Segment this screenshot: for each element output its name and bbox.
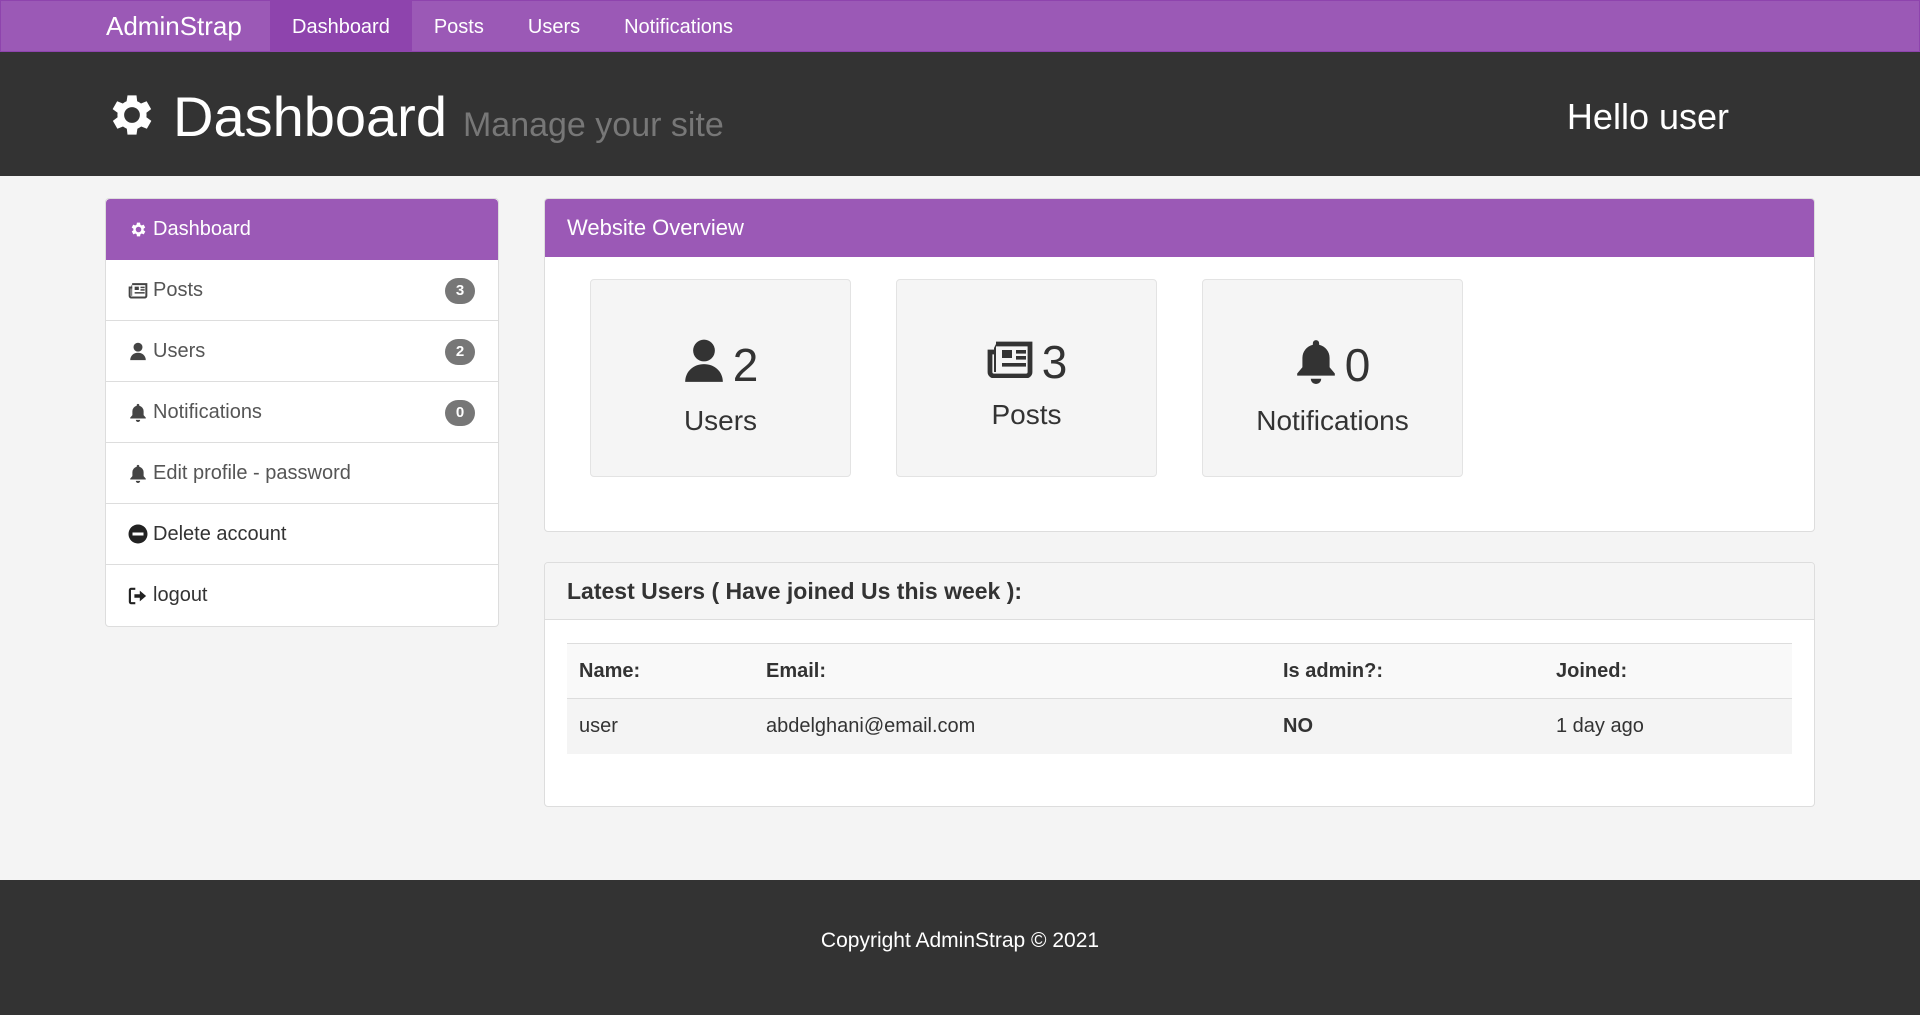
sidebar-item-label: Edit profile - password (153, 461, 351, 484)
sidebar-item-delete-account[interactable]: Delete account (106, 504, 498, 565)
top-navbar: AdminStrap Dashboard Posts Users Notific… (0, 0, 1920, 52)
newspaper-icon (128, 280, 148, 300)
newspaper-icon (986, 338, 1042, 385)
nav-item-dashboard[interactable]: Dashboard (270, 1, 412, 51)
notifications-stat-label: Notifications (1256, 405, 1409, 436)
users-stat-card: 2 Users (590, 279, 851, 477)
nav-item-posts[interactable]: Posts (412, 1, 506, 51)
minus-circle-icon (128, 524, 148, 544)
sidebar: Dashboard Posts 3 Users 2 Notifications … (105, 198, 499, 627)
latest-users-table: Name: Email: Is admin?: Joined: user abd… (567, 643, 1792, 754)
sidebar-item-label: Users (153, 339, 206, 362)
page-header: Dashboard Manage your site Hello user (0, 52, 1920, 176)
column-header-email: Email: (754, 643, 1271, 699)
user-email-cell: abdelghani@email.com (754, 698, 1271, 754)
main-nav: Dashboard Posts Users Notifications (270, 1, 755, 51)
bell-icon (128, 402, 148, 422)
notifications-stat-card: 0 Notifications (1202, 279, 1463, 477)
column-header-name: Name: (567, 643, 754, 699)
user-icon (128, 341, 148, 361)
sidebar-item-posts[interactable]: Posts 3 (106, 260, 498, 321)
nav-item-users[interactable]: Users (506, 1, 602, 51)
website-overview-panel: Website Overview 2 Users 3 Posts 0 Notif… (544, 198, 1815, 532)
sidebar-item-users[interactable]: Users 2 (106, 321, 498, 382)
users-count-badge: 2 (445, 339, 475, 365)
panel-title: Latest Users ( Have joined Us this week … (545, 563, 1814, 620)
sidebar-item-label: Posts (153, 278, 204, 301)
user-icon (683, 338, 733, 391)
sidebar-item-edit-profile[interactable]: Edit profile - password (106, 443, 498, 504)
notifications-count-badge: 0 (445, 400, 475, 426)
user-greeting: Hello user (1566, 96, 1729, 137)
copyright-text: Copyright AdminStrap © 2021 (820, 929, 1100, 952)
latest-users-panel: Latest Users ( Have joined Us this week … (544, 562, 1815, 807)
table-row: user abdelghani@email.com NO 1 day ago (567, 698, 1792, 754)
gear-icon (128, 219, 148, 239)
sidebar-item-label: Dashboard (153, 217, 251, 240)
users-count: 2 (732, 338, 759, 391)
bell-icon (1295, 338, 1345, 391)
posts-stat-card: 3 Posts (896, 279, 1157, 477)
table-header-row: Name: Email: Is admin?: Joined: (567, 643, 1792, 699)
posts-count-badge: 3 (445, 278, 475, 304)
page-subtitle: Manage your site (462, 106, 724, 144)
sidebar-item-logout[interactable]: logout (106, 565, 498, 626)
user-joined-cell: 1 day ago (1544, 698, 1792, 754)
posts-count: 3 (1041, 335, 1068, 388)
column-header-joined: Joined: (1544, 643, 1792, 699)
user-name-cell: user (567, 698, 754, 754)
page-title-group: Dashboard Manage your site (105, 82, 724, 145)
sidebar-item-notifications[interactable]: Notifications 0 (106, 382, 498, 443)
nav-item-notifications[interactable]: Notifications (602, 1, 755, 51)
sidebar-item-label: Notifications (153, 400, 262, 423)
bell-icon (128, 463, 148, 483)
posts-stat-label: Posts (991, 399, 1062, 430)
sidebar-item-label: Delete account (153, 522, 287, 545)
brand-logo[interactable]: AdminStrap (106, 1, 242, 51)
sidebar-item-label: logout (153, 584, 208, 606)
page-footer: Copyright AdminStrap © 2021 (0, 880, 1920, 1015)
notifications-count: 0 (1344, 338, 1371, 391)
panel-title: Website Overview (545, 199, 1814, 257)
page-title: Dashboard (173, 85, 447, 148)
users-stat-label: Users (683, 405, 758, 436)
user-is-admin-cell: NO (1271, 698, 1544, 754)
sidebar-item-dashboard[interactable]: Dashboard (106, 199, 498, 260)
column-header-is-admin: Is admin?: (1271, 643, 1544, 699)
sign-out-icon (128, 586, 148, 606)
gear-icon (105, 82, 173, 141)
